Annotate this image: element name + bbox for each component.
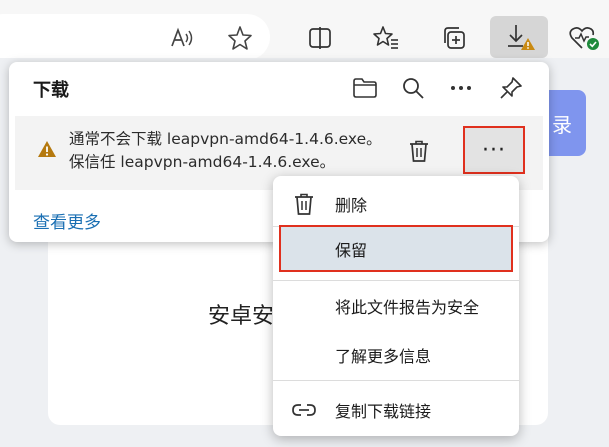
menu-item-learn-more[interactable]: 了解更多信息: [273, 333, 519, 377]
menu-item-label: 删除: [335, 196, 368, 215]
download-context-menu: 删除 保留 将此文件报告为安全 了解更多信息 复制下载链接: [273, 176, 519, 436]
favorite-star-icon[interactable]: [222, 20, 258, 56]
read-aloud-icon[interactable]: [164, 20, 200, 56]
menu-item-copy-link[interactable]: 复制下载链接: [273, 388, 519, 432]
menu-item-report-safe[interactable]: 将此文件报告为安全: [273, 284, 519, 328]
menu-item-label: 了解更多信息: [335, 347, 432, 366]
pin-icon[interactable]: [493, 70, 529, 106]
delete-download-button[interactable]: [402, 134, 436, 168]
menu-divider: [273, 280, 519, 281]
download-warning-text: 通常不会下载 leapvpn-amd64-1.4.6.exe。 保信任 leap…: [69, 128, 389, 174]
browser-toolbar: [0, 0, 609, 60]
download-more-actions-button[interactable]: ···: [463, 126, 525, 174]
split-screen-icon[interactable]: [302, 20, 338, 56]
trash-icon: [291, 191, 317, 217]
warning-icon: [37, 140, 57, 162]
downloads-title: 下载: [33, 80, 69, 101]
collections-icon[interactable]: [436, 20, 472, 56]
menu-item-delete[interactable]: 删除: [273, 182, 519, 226]
page-login-button-label: 录: [552, 112, 572, 137]
search-icon[interactable]: [395, 70, 431, 106]
open-folder-icon[interactable]: [347, 70, 383, 106]
favorites-list-icon[interactable]: [368, 20, 404, 56]
page-card-heading: 安卓安: [208, 304, 272, 329]
downloads-warning-icon[interactable]: [490, 16, 548, 58]
link-icon: [291, 397, 317, 423]
see-more-link[interactable]: 查看更多: [33, 208, 101, 233]
trash-icon: [410, 140, 428, 162]
menu-item-label: 复制下载链接: [335, 402, 432, 421]
menu-item-keep[interactable]: 保留: [279, 225, 513, 272]
menu-item-label: 将此文件报告为安全: [335, 298, 480, 317]
more-options-icon[interactable]: [443, 70, 479, 106]
download-warning-line2: 保信任 leapvpn-amd64-1.4.6.exe。: [69, 153, 336, 171]
browser-essentials-icon[interactable]: [566, 20, 602, 56]
menu-item-label: 保留: [335, 240, 368, 260]
menu-divider: [273, 380, 519, 381]
download-warning-line1: 通常不会下载 leapvpn-amd64-1.4.6.exe。: [69, 130, 382, 148]
